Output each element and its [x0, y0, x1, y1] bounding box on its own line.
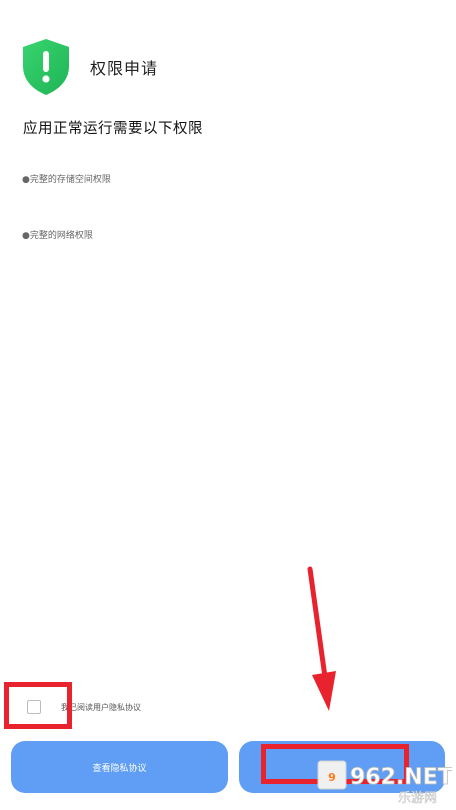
checkbox-highlight-box [4, 682, 72, 729]
header: 权限申请 [20, 37, 158, 97]
permission-item-storage: ●完整的存储空间权限 [22, 175, 111, 185]
permission-heading: 应用正常运行需要以下权限 [23, 121, 203, 137]
view-privacy-button[interactable]: 查看隐私协议 [11, 741, 228, 793]
watermark-logo: 9 962.NET 乐游网 [316, 757, 453, 806]
page-title: 权限申请 [90, 59, 159, 78]
svg-text:962.NET: 962.NET [350, 765, 452, 790]
permission-item-network: ●完整的网络权限 [22, 231, 93, 241]
agreement-label[interactable]: 我已阅读用户隐私协议 [61, 702, 141, 713]
svg-text:9: 9 [328, 771, 336, 784]
svg-text:乐游网: 乐游网 [398, 791, 437, 805]
shield-exclamation-icon [20, 37, 72, 97]
red-arrow-icon [300, 565, 340, 719]
view-privacy-label: 查看隐私协议 [92, 763, 147, 774]
